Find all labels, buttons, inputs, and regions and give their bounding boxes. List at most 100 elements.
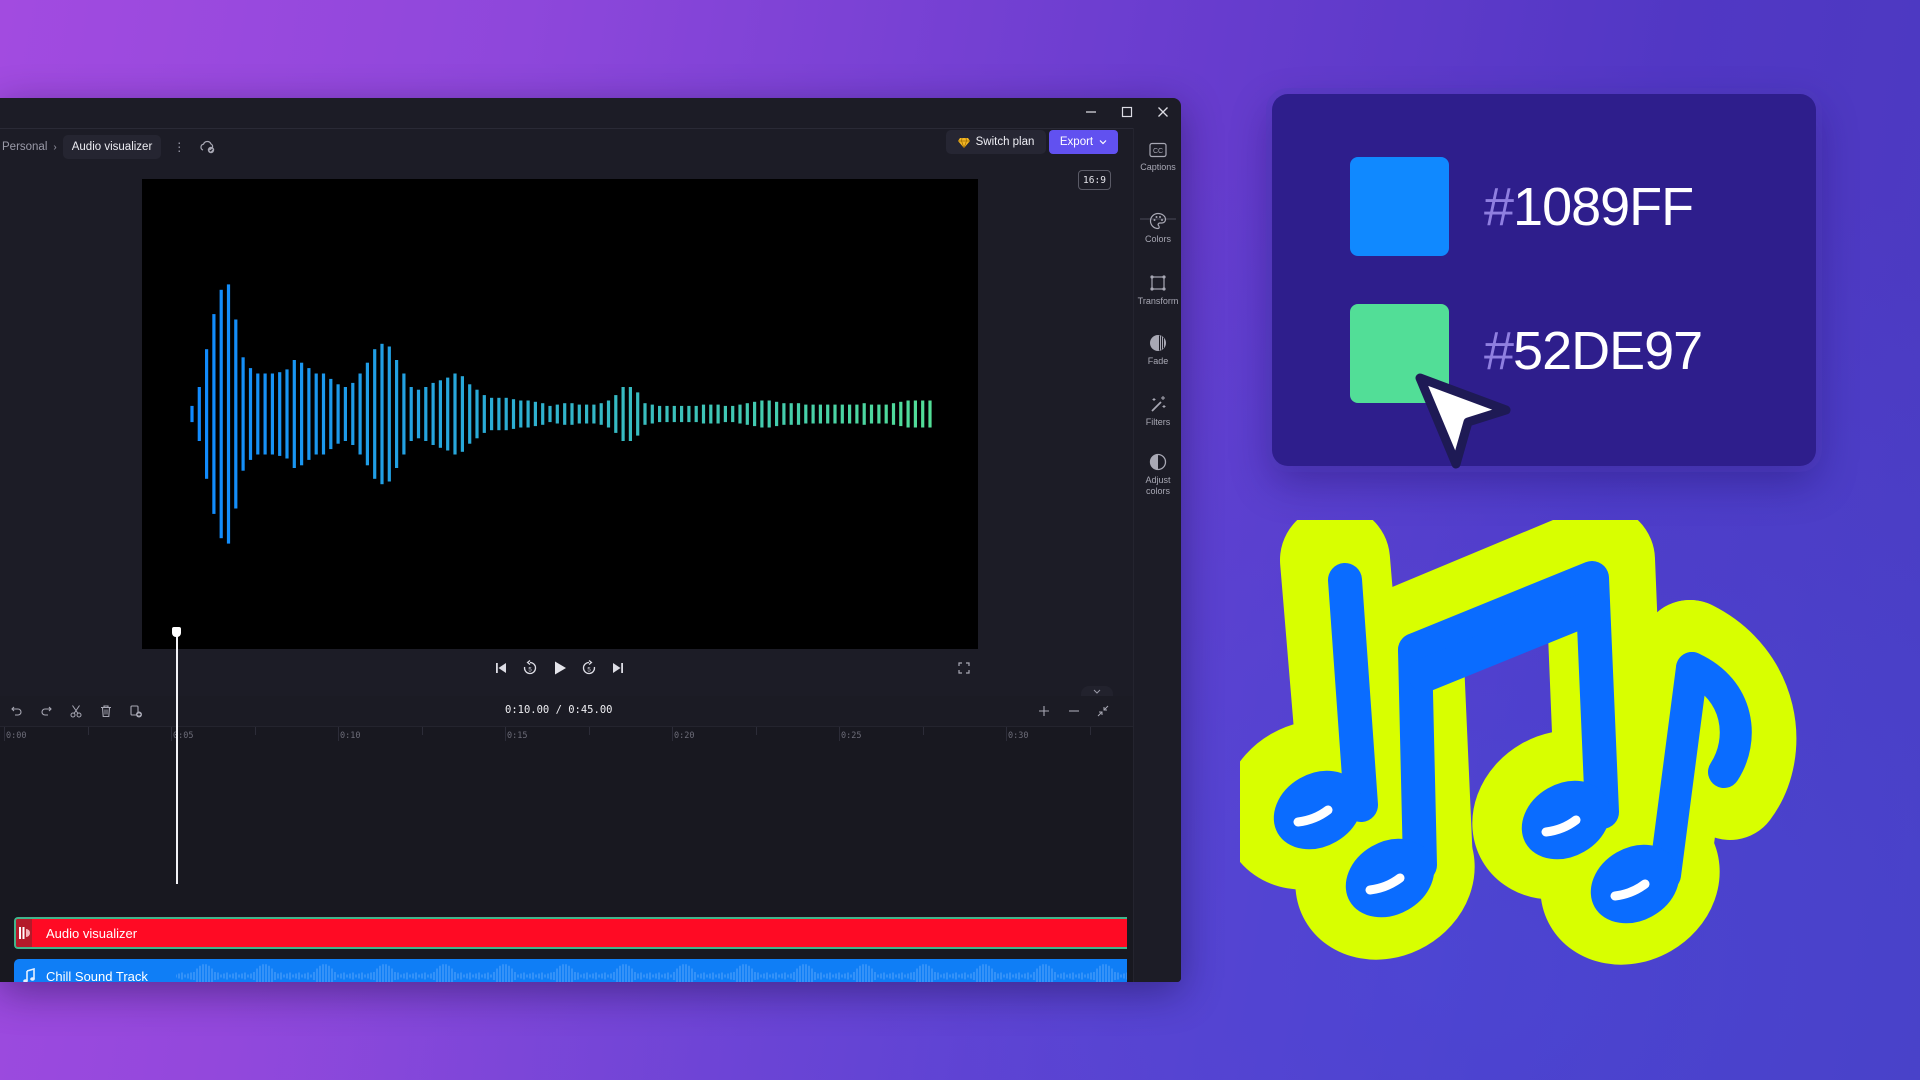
visualizer-bar (731, 405, 735, 423)
skip-to-end-icon (613, 663, 623, 673)
close-button[interactable] (1145, 100, 1181, 124)
fullscreen-button[interactable] (955, 659, 973, 677)
zoom-out-button[interactable] (1063, 701, 1085, 721)
panel-item-colors[interactable]: Colors (1134, 212, 1181, 244)
zoom-in-button[interactable] (1033, 701, 1055, 721)
skip-to-end-button[interactable] (609, 659, 627, 677)
undo-icon (11, 706, 22, 716)
visualizer-bar (738, 404, 742, 424)
minimize-button[interactable] (1073, 100, 1109, 124)
visualizer-bar (877, 404, 881, 424)
ruler-subtick (254, 727, 256, 735)
aspect-ratio-button[interactable]: 16:9 (1078, 170, 1111, 190)
visualizer-bar (314, 373, 318, 455)
redo-button[interactable] (35, 701, 57, 721)
diamond-icon (957, 137, 970, 148)
project-title[interactable]: Audio visualizer (62, 135, 162, 159)
visualizer-bar (336, 384, 340, 444)
adjust-colors-icon (1149, 453, 1167, 471)
panel-item-label: Filters (1145, 417, 1171, 427)
panel-item-fade[interactable]: Fade (1134, 334, 1181, 366)
visualizer-bar (446, 377, 450, 451)
split-button[interactable] (65, 701, 87, 721)
visualizer-bar (226, 284, 231, 544)
visualizer-bar (402, 373, 406, 455)
switch-plan-label: Switch plan (975, 136, 1035, 148)
visualizer-bar (775, 401, 779, 427)
ruler-subtick (1089, 727, 1091, 735)
breadcrumb-personal[interactable]: Personal (0, 141, 47, 153)
visualizer-bar (424, 387, 428, 441)
timeline-ruler[interactable]: 0:00 0:05 0:10 0:15 0:20 0:25 0:30 (0, 727, 1133, 749)
visualizer-bar (899, 401, 903, 427)
hex-value: 52DE97 (1513, 321, 1703, 381)
visualizer-bar (862, 403, 866, 425)
visualizer-bar (212, 314, 216, 514)
visualizer-bar (760, 400, 764, 428)
collapse-timeline-button[interactable] (1081, 686, 1113, 696)
skip-to-start-icon (496, 663, 506, 673)
visualizer-bar (643, 403, 647, 425)
visualizer-bar (190, 405, 194, 423)
playhead-line[interactable] (176, 633, 178, 884)
ruler-subtick (922, 727, 924, 735)
music-note-icon (23, 968, 35, 982)
visualizer-bar (665, 405, 669, 423)
switch-plan-button[interactable]: Switch plan (946, 130, 1046, 154)
chevron-down-icon (1099, 140, 1107, 145)
hex-code-blue: #1089FF (1484, 176, 1694, 238)
cloud-sync-icon[interactable] (199, 140, 217, 154)
visualizer-bar (256, 373, 260, 455)
skip-to-start-button[interactable] (492, 659, 510, 677)
forward-5-button[interactable]: 5 (580, 659, 598, 677)
visualizer-bar (585, 404, 589, 424)
duplicate-button[interactable] (125, 701, 147, 721)
maximize-button[interactable] (1109, 100, 1145, 124)
timecode-display: 0:10.00 / 0:45.00 (505, 704, 613, 716)
title-bar (0, 98, 1181, 126)
track-audio-visualizer[interactable]: Audio visualizer (14, 917, 1127, 949)
visualizer-bar (855, 404, 859, 424)
visualizer-bar (577, 404, 581, 424)
panel-item-label: Adjust colors (1145, 475, 1171, 496)
video-preview[interactable] (142, 179, 978, 649)
panel-item-adjust-colors[interactable]: Adjust colors (1134, 453, 1181, 497)
visualizer-bar (205, 349, 209, 479)
visualizer-bar (358, 373, 362, 455)
plus-icon (1039, 706, 1049, 716)
track-chill-sound-track[interactable]: Chill Sound Track (14, 959, 1127, 982)
panel-item-filters[interactable]: Filters (1134, 395, 1181, 427)
visualizer-bar (906, 400, 910, 428)
visualizer-bar (504, 397, 508, 431)
playhead-handle[interactable] (172, 627, 181, 637)
visualizer-bar (395, 360, 399, 468)
visualizer-bar (460, 376, 464, 452)
panel-item-captions[interactable]: CC Captions (1134, 142, 1181, 172)
visualizer-bar (672, 405, 676, 423)
fit-timeline-button[interactable] (1092, 701, 1114, 721)
redo-icon (41, 706, 52, 716)
more-options-button[interactable]: ⋮ (173, 140, 185, 154)
play-button[interactable] (551, 659, 569, 677)
rewind-5-icon: 5 (523, 660, 537, 675)
ruler-tick (338, 727, 339, 741)
visualizer-bar (614, 395, 618, 433)
rewind-5-button[interactable]: 5 (521, 659, 539, 677)
export-button[interactable]: Export (1049, 130, 1118, 154)
ruler-subtick (421, 727, 423, 735)
hex-hash: # (1484, 177, 1514, 237)
visualizer-bar (307, 368, 311, 460)
color-swatch-blue[interactable] (1350, 157, 1449, 256)
delete-button[interactable] (95, 701, 117, 721)
visualizer-bar (811, 404, 815, 424)
undo-button[interactable] (6, 701, 28, 721)
ruler-subtick (755, 727, 757, 735)
visualizer-bar (380, 343, 384, 485)
export-label: Export (1059, 136, 1094, 148)
audio-waveform (176, 964, 1127, 982)
close-icon (1158, 107, 1168, 117)
panel-item-transform[interactable]: Transform (1134, 274, 1181, 306)
visualizer-bar (475, 389, 479, 439)
forward-5-icon: 5 (582, 660, 596, 675)
visualizer-bar (570, 403, 574, 425)
